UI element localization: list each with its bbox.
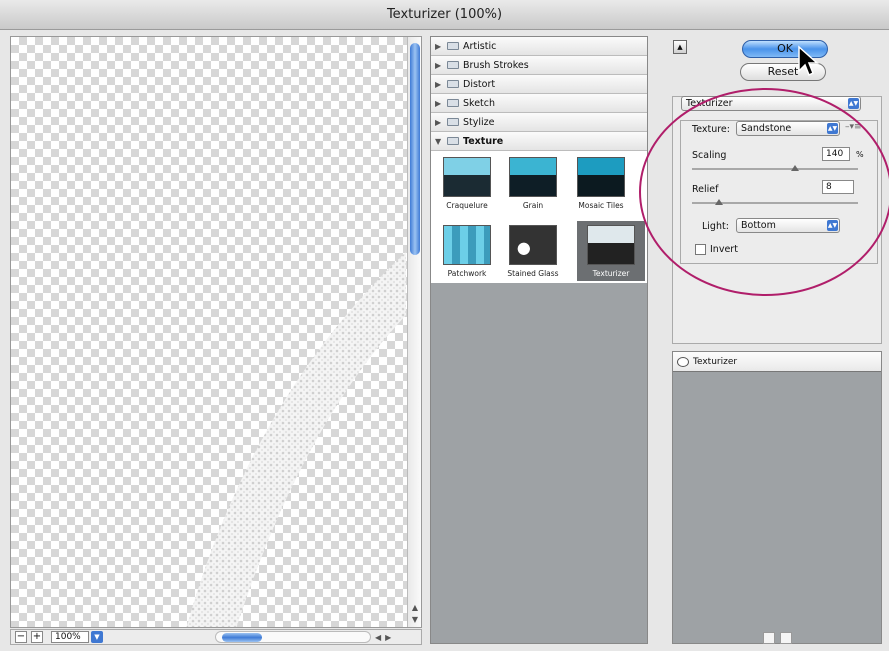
texture-stroke (186, 252, 406, 627)
thumb-craquelure[interactable]: Craquelure (437, 157, 497, 210)
category-label: Sketch (463, 97, 496, 109)
effect-layers-panel: Texturizer (672, 351, 882, 644)
thumb-label: Stained Glass (507, 269, 559, 278)
preview-canvas[interactable]: ▲ ▼ (10, 36, 422, 628)
folder-icon (447, 61, 459, 69)
highlight-annotation-circle (639, 88, 889, 296)
folder-icon (447, 99, 459, 107)
folder-icon (447, 137, 459, 145)
new-effect-layer-icon[interactable] (763, 632, 775, 644)
mouse-pointer-icon (798, 45, 819, 77)
scroll-left-arrow[interactable]: ◀ (375, 633, 381, 642)
thumb-texturizer[interactable]: Texturizer (577, 221, 645, 281)
filter-gallery: ▶ Artistic ▶ Brush Strokes ▶ Distort ▶ Sketc… (430, 36, 648, 644)
triangle-right-icon: ▶ (435, 41, 442, 51)
category-label: Distort (463, 78, 496, 90)
trash-icon[interactable] (780, 632, 792, 644)
thumb-label: Craquelure (446, 201, 488, 210)
thumb-label: Patchwork (447, 269, 487, 278)
chevron-updown-icon: ▲▼ (848, 98, 859, 109)
category-stylize[interactable]: ▶ Stylize (431, 113, 647, 132)
thumbnail-image (443, 157, 491, 197)
scroll-right-arrow[interactable]: ▶ (385, 633, 391, 642)
zoom-out-button[interactable]: − (15, 631, 27, 643)
triangle-down-icon: ▼ (435, 136, 442, 146)
category-texture[interactable]: ▼ Texture (431, 132, 647, 151)
texture-thumbnails: Craquelure Grain Mosaic Tiles Patchwork … (431, 151, 647, 283)
thumb-label: Mosaic Tiles (578, 201, 624, 210)
vertical-scroll-thumb[interactable] (410, 43, 420, 255)
category-brush-strokes[interactable]: ▶ Brush Strokes (431, 56, 647, 75)
category-label: Texture (463, 135, 504, 147)
thumb-label: Texturizer (592, 269, 630, 278)
window-title: Texturizer (100%) (0, 0, 889, 30)
folder-icon (447, 42, 459, 50)
preview-zoom-bar: − + 100% ▼ ◀ ▶ (10, 629, 422, 645)
triangle-right-icon: ▶ (435, 98, 442, 108)
effect-layer-label: Texturizer (693, 356, 738, 367)
triangle-right-icon: ▶ (435, 117, 442, 127)
eye-icon[interactable] (677, 356, 689, 367)
category-sketch[interactable]: ▶ Sketch (431, 94, 647, 113)
thumbnail-image (509, 157, 557, 197)
thumb-grain[interactable]: Grain (503, 157, 563, 210)
preview-horizontal-scrollbar[interactable] (215, 631, 371, 643)
folder-icon (447, 80, 459, 88)
category-label: Stylize (463, 116, 495, 128)
thumbnail-image (509, 225, 557, 265)
thumb-label: Grain (522, 201, 544, 210)
scroll-up-arrow[interactable]: ▲ (410, 603, 420, 613)
triangle-right-icon: ▶ (435, 60, 442, 70)
horizontal-scroll-thumb[interactable] (222, 633, 262, 642)
collapse-gallery-button[interactable]: ▲ (673, 40, 687, 54)
zoom-dropdown-icon[interactable]: ▼ (91, 631, 103, 643)
triangle-right-icon: ▶ (435, 79, 442, 89)
preview-vertical-scrollbar[interactable]: ▲ ▼ (407, 37, 421, 627)
thumbnail-image (577, 157, 625, 197)
category-artistic[interactable]: ▶ Artistic (431, 37, 647, 56)
thumb-stained-glass[interactable]: Stained Glass (503, 225, 563, 278)
zoom-in-button[interactable]: + (31, 631, 43, 643)
thumb-patchwork[interactable]: Patchwork (437, 225, 497, 278)
category-label: Brush Strokes (463, 59, 529, 71)
zoom-level-field[interactable]: 100% (51, 631, 89, 643)
category-label: Artistic (463, 40, 497, 52)
thumbnail-image (443, 225, 491, 265)
folder-icon (447, 118, 459, 126)
effect-layer-row[interactable]: Texturizer (673, 352, 881, 372)
thumb-mosaic-tiles[interactable]: Mosaic Tiles (571, 157, 631, 210)
thumbnail-image (587, 225, 635, 265)
category-distort[interactable]: ▶ Distort (431, 75, 647, 94)
scroll-down-arrow[interactable]: ▼ (410, 615, 420, 625)
